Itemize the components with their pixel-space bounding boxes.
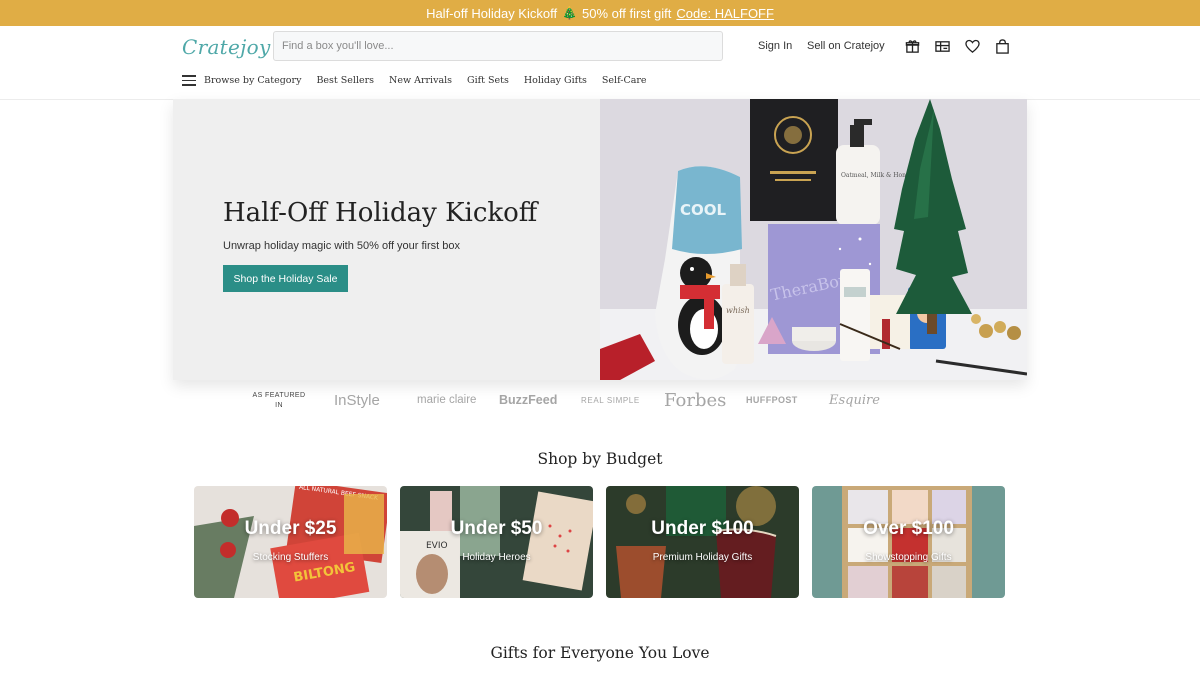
card-title: Over $100 bbox=[863, 518, 954, 539]
card-subtitle: Holiday Heroes bbox=[462, 552, 531, 563]
hamburger-menu-icon[interactable] bbox=[182, 75, 196, 86]
gifts-for-everyone-heading: Gifts for Everyone You Love bbox=[490, 644, 710, 662]
promo-code-link[interactable]: Code: HALFOFF bbox=[676, 6, 774, 21]
budget-card-under-100[interactable]: Under $100 Premium Holiday Gifts bbox=[606, 486, 799, 598]
hero-banner: Half-Off Holiday Kickoff Unwrap holiday … bbox=[173, 99, 1027, 380]
budget-cards: ALL NATURAL BEEF SNACK BILTONG Under $25… bbox=[194, 486, 1006, 598]
card-subtitle: Stocking Stuffers bbox=[252, 552, 329, 563]
card-title: Under $100 bbox=[651, 518, 754, 539]
hero-text-panel: Half-Off Holiday Kickoff Unwrap holiday … bbox=[173, 99, 600, 380]
brand-esquire-logo: Esquire bbox=[829, 392, 880, 408]
as-featured-in-label: AS FEATURED IN bbox=[252, 392, 306, 409]
lotion-label-text: Oatmeal, Milk & Honey bbox=[841, 172, 913, 179]
budget-card-over-100[interactable]: Over $100 Showstopping Gifts bbox=[812, 486, 1005, 598]
gift-card-icon[interactable] bbox=[934, 38, 950, 54]
cratejoy-logo[interactable]: Cratejoy bbox=[182, 35, 271, 59]
hero-product-image[interactable]: COOL Oatmeal, Milk & Honey TheraBox whis… bbox=[600, 99, 1027, 380]
christmas-tree-icon: 🎄 bbox=[562, 6, 578, 20]
brand-huffpost-logo: HUFFPOST bbox=[746, 395, 798, 405]
brand-buzzfeed-logo: BuzzFeed bbox=[499, 393, 558, 407]
nav-browse-by-category[interactable]: Browse by Category bbox=[204, 75, 301, 86]
card2-image-text: EVIO bbox=[426, 541, 448, 551]
site-header: Cratejoy Sign In Sell on Cratejoy Browse… bbox=[0, 26, 1200, 100]
budget-card-under-25[interactable]: ALL NATURAL BEEF SNACK BILTONG Under $25… bbox=[194, 486, 387, 598]
nav-new-arrivals[interactable]: New Arrivals bbox=[389, 75, 452, 86]
brand-marie-claire-logo: marie claire bbox=[417, 394, 477, 406]
card-title: Under $50 bbox=[450, 518, 543, 539]
promo-text: Half-off Holiday Kickoff bbox=[426, 5, 558, 21]
search-input[interactable] bbox=[273, 31, 723, 61]
as-featured-in-bar: AS FEATURED IN InStyle marie claire Buzz… bbox=[0, 386, 1200, 416]
card-subtitle: Showstopping Gifts bbox=[865, 552, 952, 563]
brand-real-simple-logo: REAL SIMPLE bbox=[581, 395, 640, 405]
budget-card-under-50[interactable]: EVIO Under $50 Holiday Heroes bbox=[400, 486, 593, 598]
main-nav: Browse by Category Best Sellers New Arri… bbox=[182, 75, 662, 86]
bag-icon[interactable] bbox=[994, 38, 1010, 54]
promo-offer: 50% off first gift bbox=[582, 5, 672, 21]
shop-holiday-sale-button[interactable]: Shop the Holiday Sale bbox=[223, 265, 348, 292]
promo-banner[interactable]: Half-off Holiday Kickoff 🎄 50% off first… bbox=[0, 0, 1200, 26]
sock-text: COOL bbox=[680, 201, 727, 219]
nav-holiday-gifts[interactable]: Holiday Gifts bbox=[524, 75, 587, 86]
bath-label-text: whish bbox=[726, 306, 750, 315]
hero-subtitle: Unwrap holiday magic with 50% off your f… bbox=[223, 240, 461, 252]
card-subtitle: Premium Holiday Gifts bbox=[652, 552, 753, 563]
nav-gift-sets[interactable]: Gift Sets bbox=[467, 75, 509, 86]
brand-forbes-logo: Forbes bbox=[664, 389, 727, 411]
brand-instyle-logo: InStyle bbox=[334, 391, 380, 409]
sell-on-cratejoy-link[interactable]: Sell on Cratejoy bbox=[807, 40, 885, 52]
nav-best-sellers[interactable]: Best Sellers bbox=[316, 75, 374, 86]
heart-icon[interactable] bbox=[964, 38, 980, 54]
hero-title: Half-Off Holiday Kickoff bbox=[223, 198, 538, 228]
sign-in-link[interactable]: Sign In bbox=[758, 40, 792, 52]
card-title: Under $25 bbox=[244, 518, 337, 539]
gift-icon[interactable] bbox=[904, 38, 920, 54]
shop-by-budget-heading: Shop by Budget bbox=[537, 450, 663, 468]
nav-self-care[interactable]: Self-Care bbox=[602, 75, 647, 86]
